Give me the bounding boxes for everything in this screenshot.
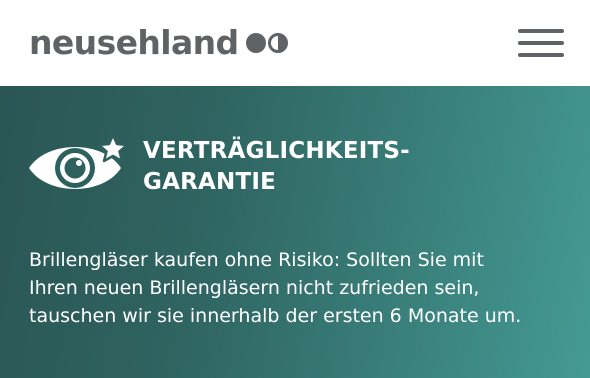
menu-line	[518, 41, 564, 45]
menu-line	[518, 29, 564, 33]
brand-logo[interactable]: neusehland	[29, 22, 291, 64]
banner-description: Brillengläser kaufen ohne Risiko: Sollte…	[29, 246, 574, 330]
site-header: neusehland	[0, 0, 590, 86]
hamburger-menu-icon[interactable]	[518, 28, 564, 60]
logo-wordmark: neusehland	[29, 23, 239, 62]
eye-star-icon	[29, 133, 129, 189]
menu-line	[518, 53, 564, 57]
description-line: tauschen wir sie innerhalb der ersten 6 …	[29, 305, 522, 327]
heading-line: GARANTIE	[143, 169, 276, 195]
description-line: Brillengläser kaufen ohne Risiko: Sollte…	[29, 249, 484, 271]
heading-line: VERTRÄGLICHKEITS-	[143, 138, 410, 164]
banner-heading: VERTRÄGLICHKEITS- GARANTIE	[143, 136, 410, 198]
eyes-logo-mark-icon	[245, 29, 291, 57]
description-line: Ihren neuen Brillengläsern nicht zufried…	[29, 277, 480, 299]
guarantee-banner: VERTRÄGLICHKEITS- GARANTIE Brillengläser…	[0, 86, 590, 378]
